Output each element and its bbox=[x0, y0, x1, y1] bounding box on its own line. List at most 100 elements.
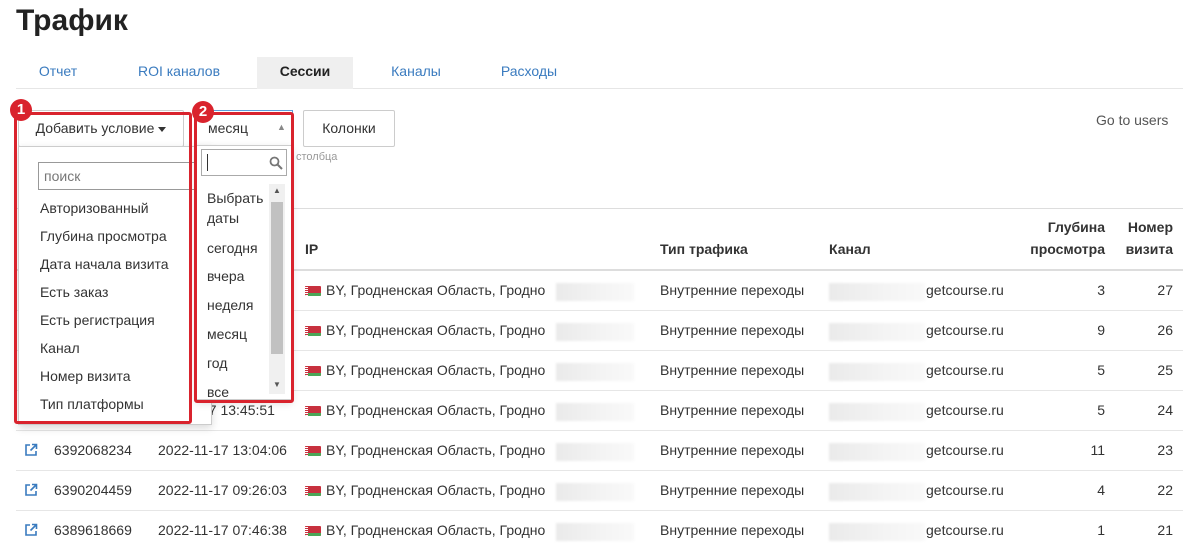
traffic-type-cell: Внутренние переходы bbox=[660, 442, 805, 458]
ip-cell: BY, Гродненская Область, Гродно bbox=[305, 482, 545, 498]
depth-cell: 5 bbox=[1097, 362, 1105, 378]
search-icon bbox=[269, 156, 283, 170]
condition-item-channel[interactable]: Канал bbox=[40, 340, 80, 356]
redacted-area bbox=[829, 403, 925, 421]
redacted-area bbox=[556, 283, 634, 301]
ip-cell: BY, Гродненская Область, Гродно bbox=[305, 362, 545, 378]
depth-cell: 11 bbox=[1090, 442, 1105, 458]
visit-cell: 24 bbox=[1157, 402, 1173, 418]
period-item-month[interactable]: месяц bbox=[207, 324, 247, 344]
condition-item-has-registration[interactable]: Есть регистрация bbox=[40, 312, 155, 328]
external-link-icon[interactable] bbox=[24, 443, 38, 457]
depth-cell: 4 bbox=[1097, 482, 1105, 498]
tab-roi-channels[interactable]: ROI каналов bbox=[120, 57, 238, 89]
flag-by-icon bbox=[305, 446, 321, 456]
scroll-up-icon[interactable]: ▲ bbox=[273, 186, 281, 195]
scroll-thumb[interactable] bbox=[271, 202, 283, 354]
channel-cell: getcourse.ru bbox=[926, 402, 1004, 418]
channel-cell: getcourse.ru bbox=[926, 282, 1004, 298]
redacted-area bbox=[556, 523, 634, 541]
redacted-area bbox=[829, 363, 925, 381]
condition-item-has-order[interactable]: Есть заказ bbox=[40, 284, 108, 300]
scroll-down-icon[interactable]: ▼ bbox=[273, 380, 281, 389]
header-visit-line2[interactable]: визита bbox=[1116, 241, 1173, 257]
tabs-bar: Отчет ROI каналов Сессии Каналы Расходы bbox=[16, 57, 1183, 89]
period-search-input[interactable] bbox=[201, 149, 287, 176]
flag-by-icon bbox=[305, 326, 321, 336]
period-item-yesterday[interactable]: вчера bbox=[207, 266, 244, 286]
session-id-cell: 6390204459 bbox=[54, 482, 132, 498]
period-item-today[interactable]: сегодня bbox=[207, 238, 258, 258]
visit-cell: 26 bbox=[1157, 322, 1173, 338]
depth-cell: 9 bbox=[1097, 322, 1105, 338]
redacted-area bbox=[556, 443, 634, 461]
columns-button[interactable]: Колонки bbox=[303, 110, 395, 147]
redacted-area bbox=[556, 403, 634, 421]
traffic-type-cell: Внутренние переходы bbox=[660, 402, 805, 418]
table-row[interactable]: 6392068234 2022-11-17 13:04:06 BY, Гродн… bbox=[16, 431, 1183, 471]
table-row[interactable]: 6389618669 2022-11-17 07:46:38 BY, Гродн… bbox=[16, 511, 1183, 549]
session-id-cell: 6389618669 bbox=[54, 522, 132, 538]
depth-cell: 3 bbox=[1097, 282, 1105, 298]
text-cursor bbox=[207, 154, 208, 171]
flag-by-icon bbox=[305, 526, 321, 536]
period-scrollbar[interactable]: ▲ ▼ bbox=[269, 184, 285, 394]
condition-item-visit-start-date[interactable]: Дата начала визита bbox=[40, 256, 169, 272]
depth-cell: 5 bbox=[1097, 402, 1105, 418]
header-ip[interactable]: IP bbox=[305, 241, 318, 257]
visit-cell: 21 bbox=[1157, 522, 1173, 538]
external-link-icon[interactable] bbox=[24, 523, 38, 537]
go-to-users-link[interactable]: Go to users bbox=[1096, 112, 1168, 128]
traffic-type-cell: Внутренние переходы bbox=[660, 482, 805, 498]
visit-cell: 25 bbox=[1157, 362, 1173, 378]
annotation-badge-2: 2 bbox=[192, 101, 214, 123]
ip-cell: BY, Гродненская Область, Гродно bbox=[305, 282, 545, 298]
period-item-select-dates[interactable]: Выбрать даты bbox=[207, 188, 269, 228]
add-condition-dropdown: Авторизованный Глубина просмотра Дата на… bbox=[18, 146, 212, 425]
flag-by-icon bbox=[305, 366, 321, 376]
header-channel[interactable]: Канал bbox=[829, 241, 871, 257]
traffic-type-cell: Внутренние переходы bbox=[660, 282, 805, 298]
redacted-area bbox=[829, 483, 925, 501]
channel-cell: getcourse.ru bbox=[926, 482, 1004, 498]
condition-item-platform-type[interactable]: Тип платформы bbox=[40, 396, 144, 412]
external-link-icon[interactable] bbox=[24, 483, 38, 497]
condition-item-view-depth[interactable]: Глубина просмотра bbox=[40, 228, 167, 244]
redacted-area bbox=[556, 363, 634, 381]
flag-by-icon bbox=[305, 286, 321, 296]
period-item-year[interactable]: год bbox=[207, 353, 227, 373]
period-select-value: месяц bbox=[208, 120, 249, 136]
traffic-type-cell: Внутренние переходы bbox=[660, 322, 805, 338]
tab-report[interactable]: Отчет bbox=[16, 57, 100, 89]
condition-item-visit-number[interactable]: Номер визита bbox=[40, 368, 131, 384]
page-title: Трафик bbox=[16, 4, 128, 37]
date-cell: 2022-11-17 07:46:38 bbox=[158, 522, 287, 538]
condition-item-authorized[interactable]: Авторизованный bbox=[40, 200, 149, 216]
redacted-area bbox=[829, 323, 925, 341]
annotation-badge-1: 1 bbox=[10, 99, 32, 121]
traffic-type-cell: Внутренние переходы bbox=[660, 522, 805, 538]
tab-channels[interactable]: Каналы bbox=[373, 57, 459, 89]
period-item-all[interactable]: все bbox=[207, 382, 229, 402]
add-condition-button[interactable]: Добавить условие bbox=[18, 110, 184, 147]
header-depth-line1[interactable]: Глубина bbox=[1016, 219, 1105, 235]
date-cell: 17 13:45:51 bbox=[201, 402, 275, 418]
hint-text: столбца bbox=[296, 151, 338, 163]
header-depth-line2[interactable]: просмотра bbox=[1016, 241, 1105, 257]
flag-by-icon bbox=[305, 406, 321, 416]
tab-sessions[interactable]: Сессии bbox=[257, 57, 353, 89]
redacted-area bbox=[556, 483, 634, 501]
visit-cell: 27 bbox=[1157, 282, 1173, 298]
table-row[interactable]: 6390204459 2022-11-17 09:26:03 BY, Гродн… bbox=[16, 471, 1183, 511]
header-traffic-type[interactable]: Тип трафика bbox=[660, 241, 748, 257]
period-item-week[interactable]: неделя bbox=[207, 295, 253, 315]
tab-expenses[interactable]: Расходы bbox=[482, 57, 576, 89]
condition-search-input[interactable] bbox=[38, 162, 203, 190]
session-id-cell: 6392068234 bbox=[54, 442, 132, 458]
depth-cell: 1 bbox=[1097, 522, 1105, 538]
date-cell: 2022-11-17 09:26:03 bbox=[158, 482, 287, 498]
ip-cell: BY, Гродненская Область, Гродно bbox=[305, 442, 545, 458]
visit-cell: 23 bbox=[1157, 442, 1173, 458]
channel-cell: getcourse.ru bbox=[926, 322, 1004, 338]
header-visit-line1[interactable]: Номер bbox=[1116, 219, 1173, 235]
